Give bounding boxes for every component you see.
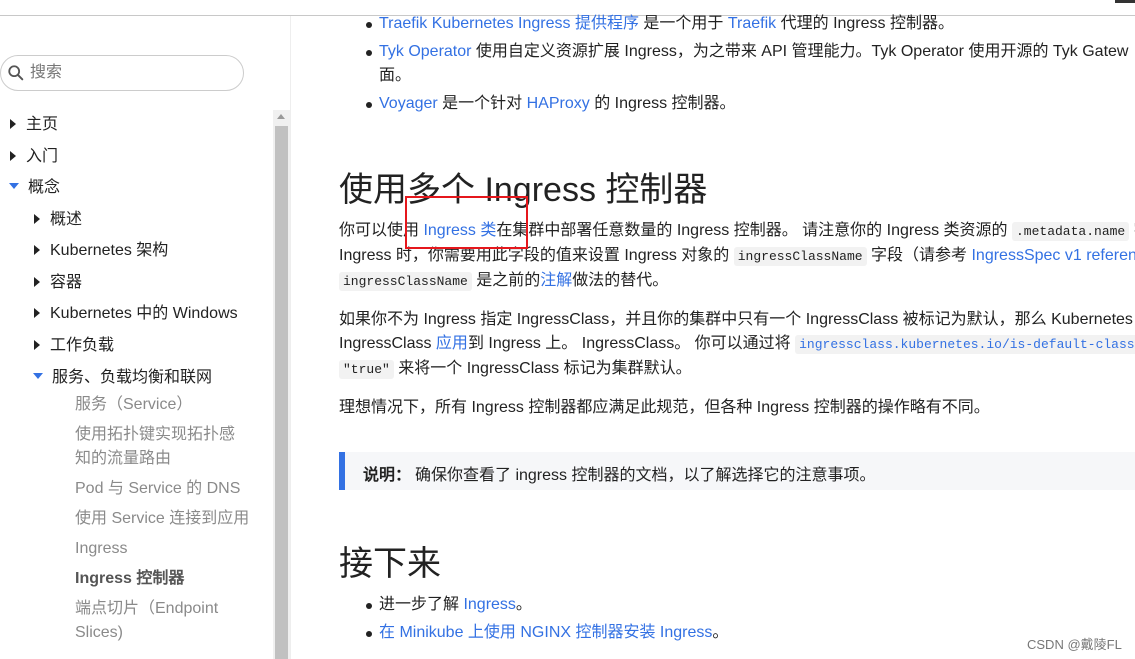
- sidebar-item-overview[interactable]: 概述: [34, 205, 82, 229]
- heading-whats-next: 接下来: [339, 545, 441, 583]
- bullet-icon: [366, 22, 372, 28]
- chevron-right-icon: [10, 150, 16, 161]
- list-text: 代理的 Ingress 控制器。: [776, 15, 954, 32]
- sidebar-item-networking[interactable]: 服务、负载均衡和联网: [33, 363, 212, 387]
- sidebar-item-label: 知的流量路由: [75, 450, 172, 467]
- text: 字: [1129, 222, 1135, 239]
- sidebar-item-windows[interactable]: Kubernetes 中的 Windows: [34, 299, 238, 323]
- apply-link[interactable]: 应用: [436, 335, 468, 352]
- chevron-right-icon: [10, 118, 16, 129]
- tyk-operator-link[interactable]: Tyk Operator: [379, 43, 471, 60]
- bullet-icon: [366, 102, 372, 108]
- code-metadata-name: .metadata.name: [1012, 222, 1130, 241]
- sidebar-item-label: Kubernetes 中的 Windows: [50, 305, 238, 322]
- search-box[interactable]: [0, 55, 244, 91]
- sidebar-item-home[interactable]: 主页: [10, 110, 58, 134]
- list-text: 使用自定义资源扩展 Ingress，为之带来 API 管理能力。Tyk Oper…: [471, 43, 1129, 60]
- sidebar-item-label: 概念: [28, 179, 61, 196]
- note-callout: 说明： 确保你查看了 ingress 控制器的文档，以了解选择它的注意事项。: [339, 452, 1135, 490]
- minikube-nginx-link[interactable]: 在 Minikube 上使用 NGINX 控制器安装 Ingress: [379, 624, 712, 641]
- annotation-link[interactable]: 注解: [540, 272, 572, 289]
- list-text: 面。: [379, 67, 412, 84]
- paragraph-ideal: 理想情况下，所有 Ingress 控制器都应满足此规范，但各种 Ingress …: [339, 399, 990, 416]
- traefik-proxy-link[interactable]: Traefik: [728, 15, 776, 32]
- list-text: 。: [712, 624, 729, 641]
- sidebar-item-label: 使用拓扑键实现拓扑感: [75, 426, 236, 443]
- paragraph-default-class: 如果你不为 Ingress 指定 IngressClass，并且你的集群中只有一…: [339, 308, 1135, 382]
- text: 做法的替代。: [572, 272, 669, 289]
- list-text: 。: [515, 596, 532, 613]
- text: 到 Ingress 上。 IngressClass。 你可以通过将: [467, 335, 796, 352]
- watermark: CSDN @戴陵FL: [1027, 637, 1122, 652]
- sidebar-item-label: 主页: [26, 116, 59, 133]
- text: 是之前的: [471, 272, 541, 289]
- chevron-right-icon: [34, 276, 40, 287]
- sidebar-item-dns[interactable]: Pod 与 Service 的 DNS: [75, 477, 240, 501]
- list-text: 是一个用于: [638, 15, 728, 32]
- learn-ingress-link[interactable]: Ingress: [463, 596, 515, 613]
- code-ingress-class-name: ingressClassName: [733, 247, 867, 266]
- traefik-link[interactable]: Traefik Kubernetes Ingress 提供程序: [379, 15, 639, 32]
- search-icon: [8, 65, 24, 81]
- sidebar-item-label: 概述: [50, 211, 83, 228]
- bullet-icon: [366, 631, 372, 637]
- sidebar-item-connect-app[interactable]: 使用 Service 连接到应用: [75, 507, 249, 531]
- sidebar-item-containers[interactable]: 容器: [34, 268, 82, 292]
- chevron-right-icon: [34, 339, 40, 350]
- sidebar-item-concepts[interactable]: 概念: [9, 173, 60, 197]
- chevron-down-icon: [33, 372, 43, 379]
- sidebar-item-label: 工作负载: [50, 337, 115, 354]
- text: IngressClass: [339, 335, 436, 352]
- sidebar-item-topology-routing[interactable]: 使用拓扑键实现拓扑感 知的流量路由: [75, 423, 235, 471]
- note-label: 说明：: [363, 467, 412, 484]
- bullet-icon: [366, 603, 372, 609]
- voyager-link[interactable]: Voyager: [379, 95, 438, 112]
- sidebar-item-label: 服务、负载均衡和联网: [52, 369, 213, 386]
- ingressspec-link[interactable]: IngressSpec v1 referen: [971, 247, 1135, 264]
- text: 字段（请参考: [866, 247, 972, 264]
- sidebar-item-service[interactable]: 服务（Service）: [75, 393, 192, 417]
- list-text: 进一步了解: [379, 596, 464, 613]
- text: 在集群中部署任意数量的 Ingress 控制器。 请注意你的 Ingress 类…: [496, 222, 1012, 239]
- sidebar-item-architecture[interactable]: Kubernetes 架构: [34, 236, 168, 260]
- chevron-right-icon: [34, 213, 40, 224]
- sidebar-item-endpoint-slices[interactable]: 端点切片（Endpoint Slices): [75, 597, 218, 645]
- code-ingress-class-name: ingressClassName: [339, 272, 472, 291]
- bullet-icon: [366, 50, 372, 56]
- code-default-class-annotation[interactable]: ingressclass.kubernetes.io/is-default-cl…: [795, 335, 1135, 354]
- text: Ingress 时，你需要用此字段的值来设置 Ingress 对象的: [339, 247, 734, 264]
- chevron-down-icon: [9, 182, 19, 189]
- haproxy-link[interactable]: HAProxy: [527, 95, 590, 112]
- text: 来将一个 IngressClass 标记为集群默认。: [393, 360, 692, 377]
- sidebar-item-label: Kubernetes 架构: [50, 242, 169, 259]
- sidebar-item-workloads[interactable]: 工作负载: [34, 331, 114, 355]
- sidebar-item-getting-started[interactable]: 入门: [10, 142, 58, 166]
- sidebar-item-label: 端点切片（Endpoint: [75, 600, 219, 617]
- scrollbar-thumb[interactable]: [275, 126, 288, 659]
- list-text: 是一个针对: [437, 95, 527, 112]
- main-content: Traefik Kubernetes Ingress 提供程序 是一个用于 Tr…: [339, 0, 1135, 659]
- scroll-up-arrow-icon[interactable]: [277, 114, 285, 119]
- sidebar-item-label: 容器: [50, 274, 83, 291]
- sidebar-item-label: Slices): [75, 624, 124, 641]
- list-text: 的 Ingress 控制器。: [589, 95, 736, 112]
- highlight-annotation-box: [405, 196, 528, 249]
- sidebar: 主页 入门 概念 概述 Kubernetes 架构 容器 Kubernetes …: [0, 16, 291, 659]
- sidebar-item-ingress-controllers[interactable]: Ingress 控制器: [75, 567, 184, 591]
- chevron-right-icon: [34, 244, 40, 255]
- chevron-right-icon: [34, 307, 40, 318]
- text: 如果你不为 Ingress 指定 IngressClass，并且你的集群中只有一…: [339, 311, 1133, 328]
- sidebar-item-ingress[interactable]: Ingress: [75, 537, 127, 561]
- code-true: "true": [339, 360, 394, 379]
- sidebar-item-label: 入门: [26, 148, 59, 165]
- sidebar-scrollbar[interactable]: [273, 110, 290, 659]
- note-text: 确保你查看了 ingress 控制器的文档，以了解选择它的注意事项。: [415, 467, 876, 484]
- search-input[interactable]: [28, 63, 232, 83]
